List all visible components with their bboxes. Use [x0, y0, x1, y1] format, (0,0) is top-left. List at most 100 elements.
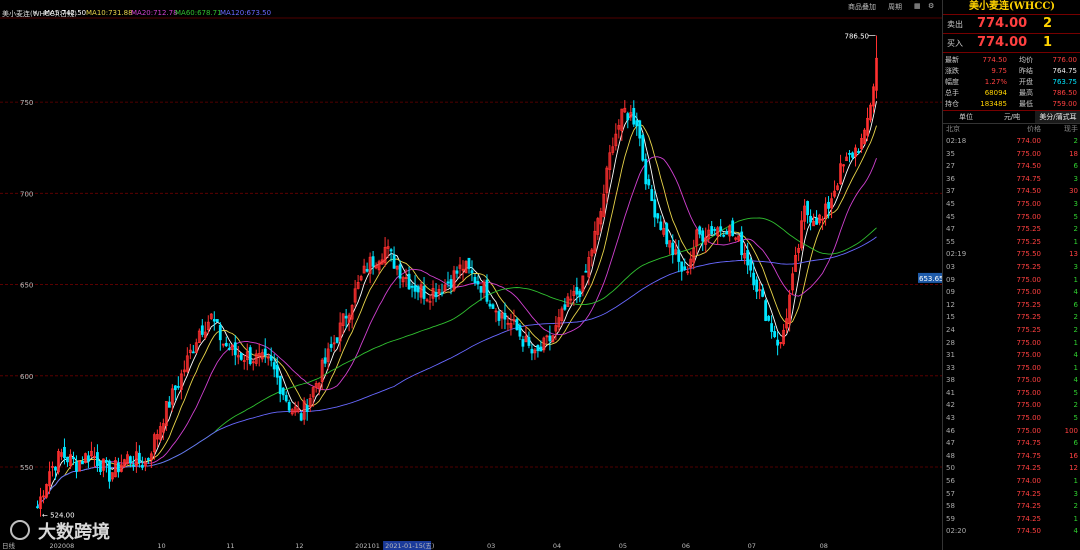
tick-price: 775.00	[1016, 212, 1042, 221]
sell-quote[interactable]: 卖出 774.00 2	[943, 15, 1080, 34]
current-price-label: 653.65	[919, 275, 942, 283]
candle-down	[491, 304, 495, 309]
candle-down	[117, 462, 120, 473]
candle-down	[680, 261, 684, 272]
ma5-line	[37, 101, 877, 508]
candle-down	[248, 347, 252, 365]
tick-row: 45 775.00 3	[943, 198, 1080, 211]
grid-icon[interactable]: ▦	[914, 2, 921, 10]
candle-down	[335, 337, 339, 343]
tick-time: 09	[946, 275, 955, 284]
tick-row: 09 775.00 4	[943, 286, 1080, 299]
tick-row: 35 775.00 18	[943, 148, 1080, 161]
stat-value: 763.75	[1052, 78, 1078, 86]
col-price: 价格	[1027, 125, 1041, 133]
candle-down	[455, 270, 459, 274]
candle-down	[146, 458, 150, 460]
tick-time: 41	[946, 388, 955, 397]
tick-volume: 1	[1073, 275, 1078, 284]
tick-row: 02:18 774.00 2	[943, 135, 1080, 148]
y-axis-labels: 550 600 650 700 750	[20, 99, 33, 472]
tick-volume: 12	[1069, 464, 1078, 473]
candle-down	[578, 290, 582, 297]
tick-volume: 2	[1073, 401, 1078, 410]
quote-panel: 美小麦连(WHCC) 卖出 774.00 2 买入 774.00 1 最新 77…	[942, 0, 1080, 550]
close-icon[interactable]: ✕	[32, 9, 38, 17]
tick-volume: 2	[1073, 325, 1078, 334]
tab-unit[interactable]: 单位	[943, 111, 989, 123]
tick-time: 27	[946, 162, 955, 171]
tick-time: 09	[946, 288, 955, 297]
buy-volume: 1	[1043, 35, 1053, 50]
tick-volume: 16	[1069, 451, 1078, 460]
candle-down	[815, 217, 818, 225]
tick-volume: 6	[1073, 300, 1078, 309]
tick-row: 57 774.25 3	[943, 488, 1080, 501]
candle-down	[263, 348, 267, 356]
candle-down	[665, 223, 669, 245]
chart-header: 美小麦连(WHCC)(日线) ✕ MA5:742.50 MA10:731.88 …	[0, 0, 942, 20]
candle-down	[413, 285, 417, 292]
tab-cent[interactable]: 美分/蒲式耳	[1035, 111, 1080, 123]
candle-down	[518, 325, 522, 337]
candle-down	[96, 452, 99, 467]
tick-volume: 30	[1069, 187, 1078, 196]
candle-down	[212, 319, 216, 322]
candle-down	[806, 201, 809, 216]
tick-time: 24	[946, 325, 955, 334]
tick-price: 774.75	[1016, 451, 1042, 460]
stat-value: 774.50	[982, 56, 1008, 64]
buy-quote[interactable]: 买入 774.00 1	[943, 34, 1080, 53]
tick-volume: 5	[1073, 212, 1078, 221]
tick-volume: 4	[1073, 351, 1078, 360]
x-axis-labels: 日线 202008 10 11 12 202101 2021-01-15(五) 03 04 05 0…	[2, 541, 828, 550]
tick-price: 774.25	[1016, 464, 1042, 473]
candle-down	[275, 364, 279, 378]
tick-price: 775.25	[1016, 262, 1042, 271]
candle-down	[371, 256, 375, 267]
candle-down	[659, 221, 663, 230]
tick-volume: 2	[1073, 313, 1078, 322]
tick-volume: 18	[1069, 149, 1078, 158]
tick-time: 03	[946, 262, 955, 271]
candle-down	[87, 455, 90, 462]
price-chart[interactable]: 550 600 650 700 750 日线 202008 10 11 12 202101 2021…	[0, 0, 942, 550]
tick-volume: 1	[1073, 477, 1078, 486]
tick-row: 28 775.00 1	[943, 337, 1080, 350]
period-button[interactable]: 周期	[888, 2, 902, 12]
stats-row: 涨跌 9.75 昨结 764.75	[945, 66, 1079, 77]
x-tick-label: 202101	[355, 542, 380, 550]
candle-down	[539, 346, 543, 352]
candle-down	[740, 231, 744, 256]
candle-down	[647, 179, 651, 186]
candle-down	[131, 464, 135, 467]
sell-price: 774.00	[977, 16, 1028, 31]
tick-price: 775.50	[1016, 250, 1042, 259]
tick-price: 774.25	[1016, 502, 1042, 511]
candle-down	[278, 375, 282, 394]
settings-icon[interactable]: ⚙	[928, 2, 934, 10]
tick-list[interactable]: 02:18 774.00 2 35 775.00 18 27 774.50 6 3 6 774.75 3…	[943, 135, 1080, 538]
tick-volume: 1	[1073, 514, 1078, 523]
candle-down	[137, 452, 141, 463]
tick-price: 775.00	[1016, 414, 1042, 423]
tick-row: 38 775.00 4	[943, 374, 1080, 387]
tick-price: 774.75	[1016, 174, 1042, 183]
candle-down	[701, 230, 705, 242]
candle-down	[191, 351, 195, 354]
tick-volume: 2	[1073, 502, 1078, 511]
tab-yuan[interactable]: 元/吨	[989, 111, 1035, 123]
x-tick-label: 07	[748, 542, 756, 550]
tick-volume: 13	[1069, 250, 1078, 259]
stat-value: 183485	[980, 100, 1007, 108]
tick-price: 774.75	[1016, 439, 1042, 448]
tick-time: 59	[946, 514, 955, 523]
tick-volume: 6	[1073, 162, 1078, 171]
tick-price: 774.50	[1016, 162, 1042, 171]
overlay-button[interactable]: 商品叠加	[848, 2, 876, 12]
tick-volume: 3	[1073, 262, 1078, 271]
candle-down	[128, 456, 132, 464]
unit-tabs: 单位 元/吨 美分/蒲式耳	[943, 111, 1080, 124]
stats-row: 总手 68094 最高 786.50	[945, 88, 1079, 99]
candle-down	[773, 331, 777, 338]
